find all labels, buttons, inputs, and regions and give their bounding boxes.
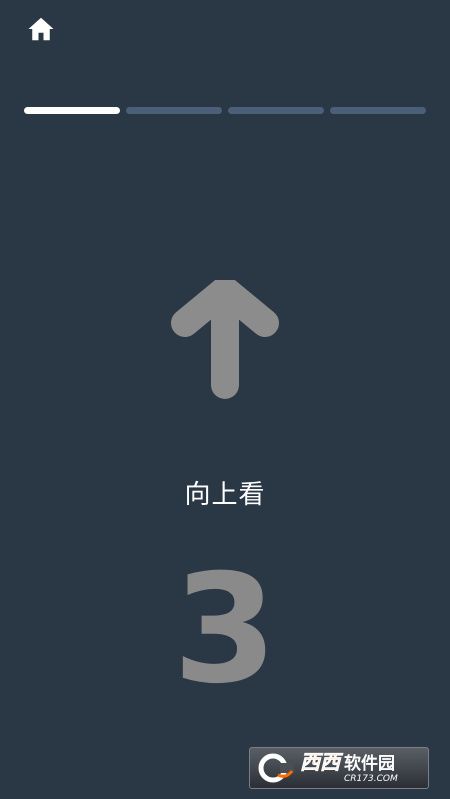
watermark-url: CR173.COM <box>344 774 398 784</box>
progress-segment-4 <box>330 107 426 114</box>
progress-segment-1 <box>24 107 120 114</box>
countdown-number: 3 <box>172 543 278 717</box>
instruction-text: 向上看 <box>184 480 266 510</box>
watermark-logo: 西西 软件园 CR173.COM <box>249 747 429 789</box>
progress-segment-2 <box>126 107 222 114</box>
logo-c-icon <box>258 753 294 783</box>
watermark-brand: 西西 <box>300 750 341 774</box>
arrow-up-icon <box>171 280 279 399</box>
progress-bar <box>24 107 426 114</box>
home-button[interactable] <box>24 12 58 46</box>
progress-segment-3 <box>228 107 324 114</box>
home-icon <box>28 17 54 41</box>
watermark-subtitle: 软件园 <box>344 754 395 774</box>
